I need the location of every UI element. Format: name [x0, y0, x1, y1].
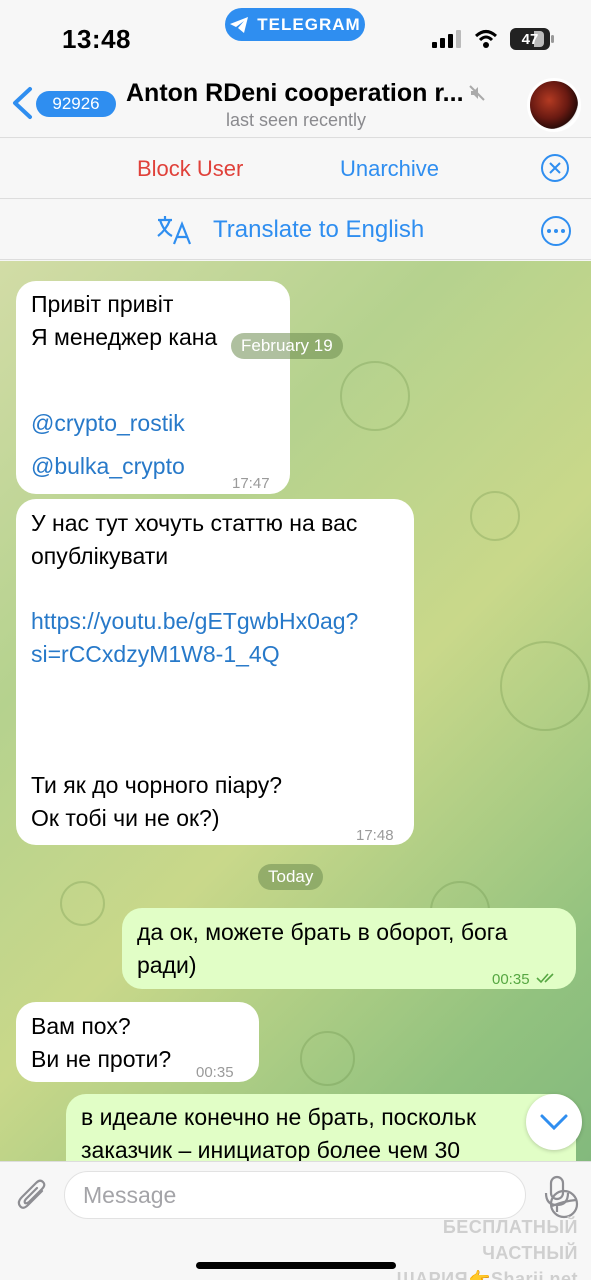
watermark: БЕСПЛАТНЫЙ ЧАСТНЫЙ ШАРИЯ👉Sharij.net [356, 1214, 578, 1280]
close-circle-icon[interactable] [540, 153, 570, 183]
avatar[interactable] [527, 78, 581, 132]
chat-title[interactable]: Anton RDeni cooperation r... [126, 79, 471, 108]
date-separator: February 19 [231, 333, 343, 359]
background-doodle [60, 881, 105, 926]
translate-bar: Translate to English [0, 200, 591, 260]
mention-link[interactable]: @crypto_rostik [31, 407, 185, 440]
outgoing-message[interactable]: да ок, можете брать в оборот, бога ради)… [122, 908, 576, 989]
unarchive-button[interactable]: Unarchive [340, 156, 439, 182]
background-doodle [500, 641, 590, 731]
background-doodle [300, 1031, 355, 1086]
battery-icon: 47 [510, 28, 550, 50]
message-text: в идеале конечно не брать, поскольк зака… [81, 1104, 477, 1161]
muted-icon [469, 85, 485, 101]
background-doodle [470, 491, 520, 541]
telegram-plane-icon [230, 16, 249, 33]
incoming-message[interactable]: Привіт привіт Я менеджер кана @crypto_ros… [16, 281, 290, 494]
cellular-signal-icon [432, 30, 461, 48]
microphone-icon[interactable] [542, 1175, 572, 1215]
incoming-message[interactable]: Вам пох? Ви не проти? 00:35 [16, 1002, 259, 1082]
message-text: Ти як до чорного піару? Ок тобі чи не ок… [31, 772, 283, 831]
home-indicator [196, 1262, 396, 1269]
background-doodle [340, 361, 410, 431]
message-text: У нас тут хочуть статтю на вас опублікув… [31, 510, 358, 569]
incoming-message[interactable]: У нас тут хочуть статтю на вас опублікув… [16, 499, 414, 845]
scroll-down-button[interactable] [526, 1094, 582, 1150]
status-bar: 13:48 TELEGRAM 47 [0, 0, 591, 70]
translate-icon [157, 216, 192, 245]
message-input-field[interactable] [64, 1171, 579, 1219]
mention-link[interactable]: @bulka_crypto [31, 450, 185, 483]
read-double-check-icon [536, 973, 554, 984]
unread-count-badge[interactable]: 92926 [36, 91, 116, 117]
outgoing-message[interactable]: в идеале конечно не брать, поскольк зака… [66, 1094, 576, 1161]
chevron-down-icon [540, 1114, 568, 1131]
attachment-paperclip-icon[interactable] [16, 1177, 50, 1215]
clock: 13:48 [62, 24, 131, 54]
message-time: 17:48 [356, 827, 394, 844]
wifi-icon [474, 30, 498, 48]
chat-area[interactable]: Привіт привіт Я менеджер кана @crypto_ros… [0, 261, 591, 1161]
battery-tip [551, 35, 554, 43]
chat-header: 92926 Anton RDeni cooperation r... last … [0, 70, 591, 138]
message-text: да ок, можете брать в оборот, бога ради) [137, 919, 508, 978]
message-text: Вам пох? Ви не проти? [31, 1013, 172, 1072]
archive-action-bar: Block User Unarchive [0, 139, 591, 199]
watermark-line: БЕСПЛАТНЫЙ ЧАСТНЫЙ [442, 1217, 578, 1263]
back-chevron-icon[interactable] [10, 86, 34, 120]
last-seen-status: last seen recently [225, 110, 367, 130]
telegram-pill-label: TELEGRAM [257, 14, 361, 34]
youtube-link[interactable]: https://youtu.be/gETgwbHx0ag? si=rCCxdzy… [31, 605, 358, 671]
translate-button[interactable]: Translate to English [213, 216, 424, 244]
date-separator: Today [258, 864, 324, 890]
message-text: Привіт привіт Я менеджер кана [31, 291, 218, 350]
more-options-icon[interactable] [540, 215, 572, 247]
composer-bar: БЕСПЛАТНЫЙ ЧАСТНЫЙ ШАРИЯ👉Sharij.net [0, 1161, 591, 1280]
message-time: 00:35 [492, 963, 558, 996]
message-time: 00:35 [196, 1064, 234, 1081]
block-user-button[interactable]: Block User [137, 156, 243, 182]
message-time: 17:47 [232, 475, 270, 492]
battery-level: 47 [521, 30, 539, 48]
telegram-pill[interactable]: TELEGRAM [225, 8, 365, 41]
message-input[interactable] [83, 1172, 483, 1218]
